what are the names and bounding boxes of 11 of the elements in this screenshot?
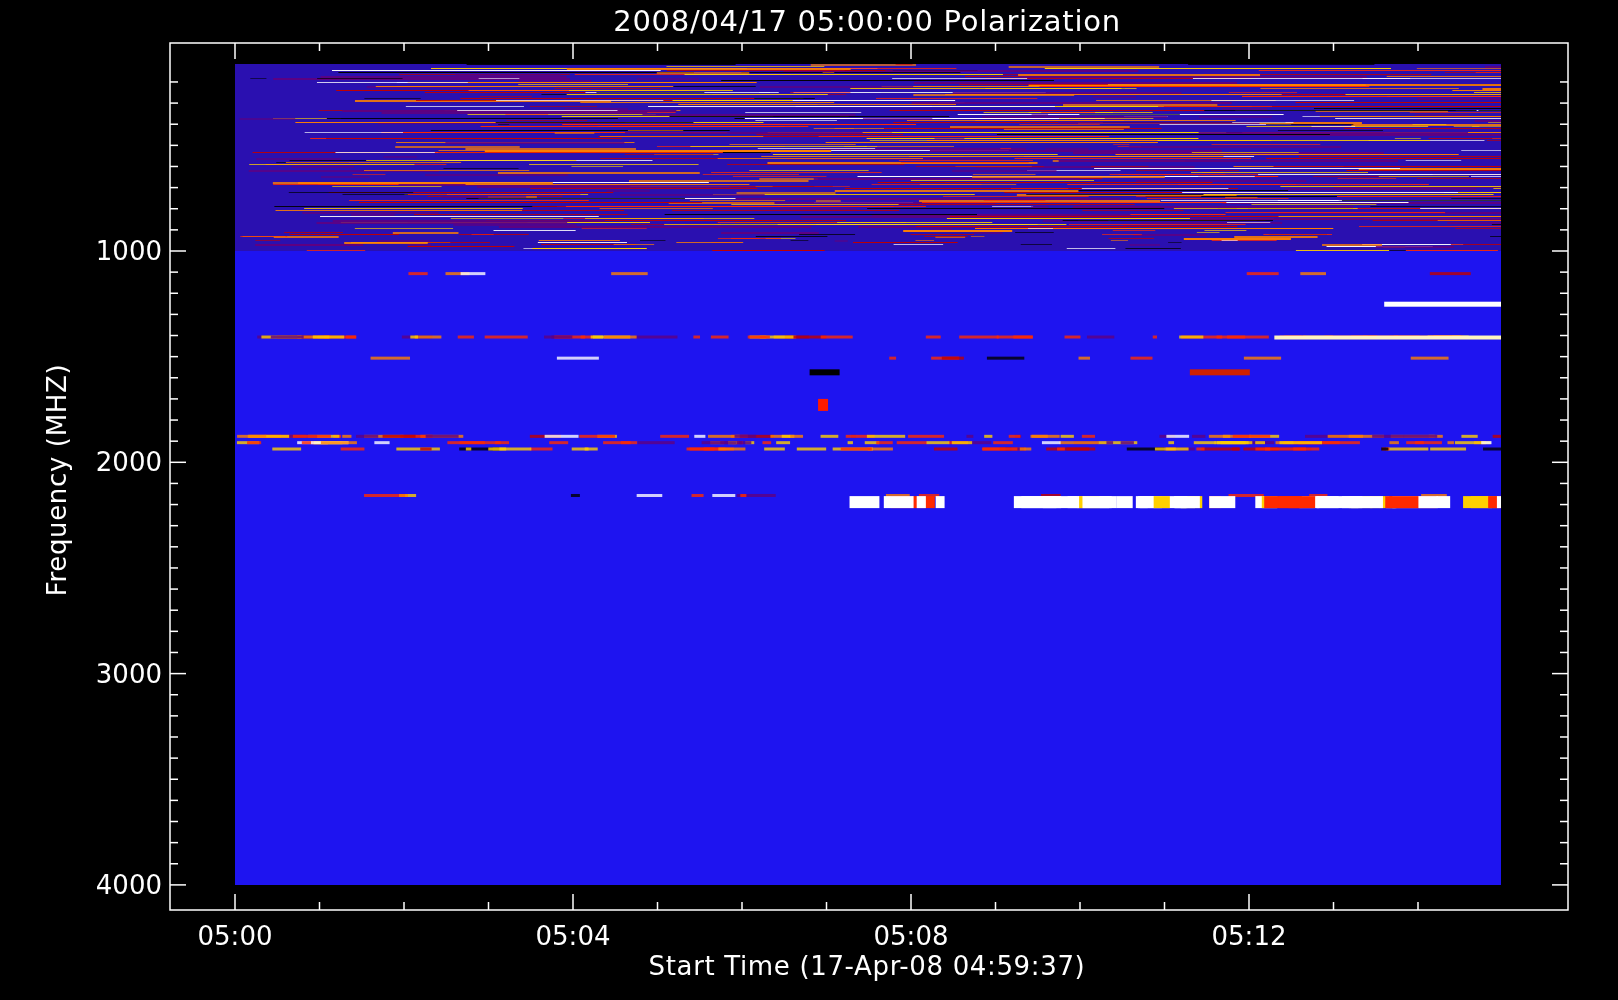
x-tick-label: 05:12 [1210, 921, 1288, 951]
x-tick-label: 05:04 [534, 921, 612, 951]
chart-title: 2008/04/17 05:00:00 Polarization [612, 3, 1122, 40]
y-tick-label: 1000 [94, 236, 162, 266]
y-axis-label: Frequency (MHZ) [42, 363, 72, 597]
y-tick-label: 3000 [94, 658, 162, 689]
x-tick-label: 05:00 [196, 921, 274, 951]
y-tick-label: 4000 [94, 869, 162, 900]
x-tick-label: 05:08 [872, 921, 950, 951]
y-tick-label: 2000 [94, 447, 162, 478]
x-axis-label: Start Time (17-Apr-08 04:59:37) [647, 950, 1087, 982]
